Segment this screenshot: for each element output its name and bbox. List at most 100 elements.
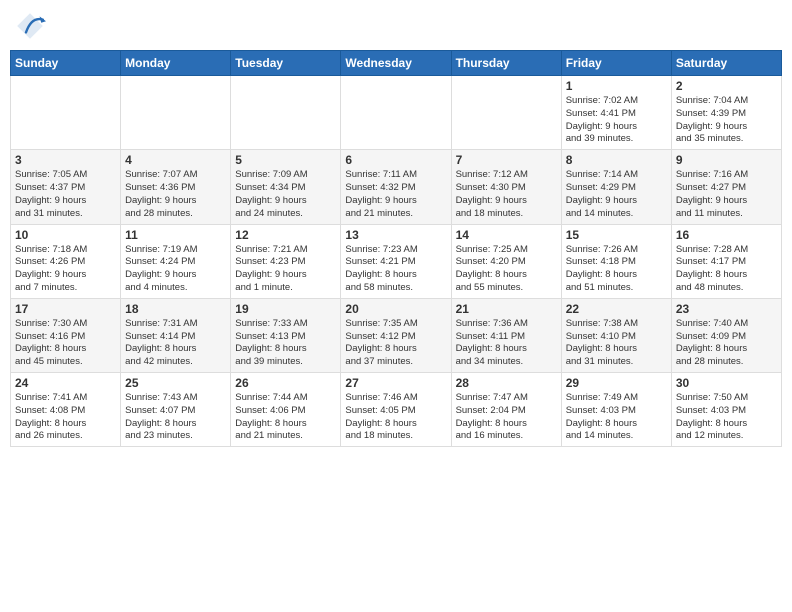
- calendar-cell: 10 Sunrise: 7:18 AMSunset: 4:26 PMDayligh…: [11, 224, 121, 298]
- day-info: Sunrise: 7:05 AMSunset: 4:37 PMDaylight:…: [15, 169, 116, 220]
- day-number: 12: [235, 228, 336, 242]
- day-info: Sunrise: 7:25 AMSunset: 4:20 PMDaylight:…: [456, 244, 557, 295]
- calendar-header-wednesday: Wednesday: [341, 51, 451, 76]
- calendar-cell: 22 Sunrise: 7:38 AMSunset: 4:10 PMDayligh…: [561, 298, 671, 372]
- day-info: Sunrise: 7:31 AMSunset: 4:14 PMDaylight:…: [125, 318, 226, 369]
- calendar-cell: 26 Sunrise: 7:44 AMSunset: 4:06 PMDayligh…: [231, 373, 341, 447]
- day-info: Sunrise: 7:07 AMSunset: 4:36 PMDaylight:…: [125, 169, 226, 220]
- day-info: Sunrise: 7:04 AMSunset: 4:39 PMDaylight:…: [676, 95, 777, 146]
- day-info: Sunrise: 7:46 AMSunset: 4:05 PMDaylight:…: [345, 392, 446, 443]
- day-number: 9: [676, 153, 777, 167]
- day-number: 19: [235, 302, 336, 316]
- day-info: Sunrise: 7:35 AMSunset: 4:12 PMDaylight:…: [345, 318, 446, 369]
- calendar-cell: 25 Sunrise: 7:43 AMSunset: 4:07 PMDayligh…: [121, 373, 231, 447]
- day-number: 8: [566, 153, 667, 167]
- day-info: Sunrise: 7:14 AMSunset: 4:29 PMDaylight:…: [566, 169, 667, 220]
- day-number: 21: [456, 302, 557, 316]
- calendar-cell: 29 Sunrise: 7:49 AMSunset: 4:03 PMDayligh…: [561, 373, 671, 447]
- calendar-cell: 9 Sunrise: 7:16 AMSunset: 4:27 PMDaylight…: [671, 150, 781, 224]
- calendar-cell: 20 Sunrise: 7:35 AMSunset: 4:12 PMDayligh…: [341, 298, 451, 372]
- day-number: 7: [456, 153, 557, 167]
- calendar-cell: 15 Sunrise: 7:26 AMSunset: 4:18 PMDayligh…: [561, 224, 671, 298]
- day-number: 25: [125, 376, 226, 390]
- calendar-cell: 14 Sunrise: 7:25 AMSunset: 4:20 PMDayligh…: [451, 224, 561, 298]
- day-number: 3: [15, 153, 116, 167]
- day-info: Sunrise: 7:41 AMSunset: 4:08 PMDaylight:…: [15, 392, 116, 443]
- day-info: Sunrise: 7:40 AMSunset: 4:09 PMDaylight:…: [676, 318, 777, 369]
- day-info: Sunrise: 7:38 AMSunset: 4:10 PMDaylight:…: [566, 318, 667, 369]
- day-number: 1: [566, 79, 667, 93]
- day-number: 22: [566, 302, 667, 316]
- day-info: Sunrise: 7:23 AMSunset: 4:21 PMDaylight:…: [345, 244, 446, 295]
- day-info: Sunrise: 7:21 AMSunset: 4:23 PMDaylight:…: [235, 244, 336, 295]
- calendar-cell: 27Sunrise: 7:46 AMSunset: 4:05 PMDayligh…: [341, 373, 451, 447]
- day-info: Sunrise: 7:16 AMSunset: 4:27 PMDaylight:…: [676, 169, 777, 220]
- logo-icon: [14, 10, 46, 42]
- day-number: 20: [345, 302, 446, 316]
- day-info: Sunrise: 7:11 AMSunset: 4:32 PMDaylight:…: [345, 169, 446, 220]
- day-info: Sunrise: 7:12 AMSunset: 4:30 PMDaylight:…: [456, 169, 557, 220]
- calendar-cell: 13 Sunrise: 7:23 AMSunset: 4:21 PMDayligh…: [341, 224, 451, 298]
- calendar-header-monday: Monday: [121, 51, 231, 76]
- day-number: 6: [345, 153, 446, 167]
- logo: [14, 10, 50, 42]
- day-number: 16: [676, 228, 777, 242]
- day-info: Sunrise: 7:47 AMSunset: 2:04 PMDaylight:…: [456, 392, 557, 443]
- calendar: SundayMondayTuesdayWednesdayThursdayFrid…: [10, 50, 782, 447]
- calendar-cell: [11, 76, 121, 150]
- day-number: 30: [676, 376, 777, 390]
- day-number: 18: [125, 302, 226, 316]
- day-info: Sunrise: 7:28 AMSunset: 4:17 PMDaylight:…: [676, 244, 777, 295]
- day-info: Sunrise: 7:26 AMSunset: 4:18 PMDaylight:…: [566, 244, 667, 295]
- day-info: Sunrise: 7:18 AMSunset: 4:26 PMDaylight:…: [15, 244, 116, 295]
- day-number: 29: [566, 376, 667, 390]
- calendar-cell: 12 Sunrise: 7:21 AMSunset: 4:23 PMDayligh…: [231, 224, 341, 298]
- day-number: 15: [566, 228, 667, 242]
- day-number: 5: [235, 153, 336, 167]
- day-info: Sunrise: 7:30 AMSunset: 4:16 PMDaylight:…: [15, 318, 116, 369]
- calendar-cell: 1 Sunrise: 7:02 AMSunset: 4:41 PMDaylight…: [561, 76, 671, 150]
- calendar-cell: [341, 76, 451, 150]
- day-info: Sunrise: 7:09 AMSunset: 4:34 PMDaylight:…: [235, 169, 336, 220]
- calendar-cell: 23 Sunrise: 7:40 AMSunset: 4:09 PMDayligh…: [671, 298, 781, 372]
- calendar-header-tuesday: Tuesday: [231, 51, 341, 76]
- calendar-header-thursday: Thursday: [451, 51, 561, 76]
- calendar-cell: 8 Sunrise: 7:14 AMSunset: 4:29 PMDaylight…: [561, 150, 671, 224]
- day-number: 10: [15, 228, 116, 242]
- calendar-cell: 5 Sunrise: 7:09 AMSunset: 4:34 PMDaylight…: [231, 150, 341, 224]
- calendar-cell: 19 Sunrise: 7:33 AMSunset: 4:13 PMDayligh…: [231, 298, 341, 372]
- calendar-cell: 11Sunrise: 7:19 AMSunset: 4:24 PMDayligh…: [121, 224, 231, 298]
- calendar-cell: 6 Sunrise: 7:11 AMSunset: 4:32 PMDaylight…: [341, 150, 451, 224]
- day-number: 17: [15, 302, 116, 316]
- day-info: Sunrise: 7:36 AMSunset: 4:11 PMDaylight:…: [456, 318, 557, 369]
- calendar-cell: 18 Sunrise: 7:31 AMSunset: 4:14 PMDayligh…: [121, 298, 231, 372]
- day-info: Sunrise: 7:50 AMSunset: 4:03 PMDaylight:…: [676, 392, 777, 443]
- day-info: Sunrise: 7:33 AMSunset: 4:13 PMDaylight:…: [235, 318, 336, 369]
- day-number: 14: [456, 228, 557, 242]
- calendar-header-sunday: Sunday: [11, 51, 121, 76]
- page-header: [10, 10, 782, 42]
- calendar-header-friday: Friday: [561, 51, 671, 76]
- calendar-cell: 21 Sunrise: 7:36 AMSunset: 4:11 PMDayligh…: [451, 298, 561, 372]
- day-number: 4: [125, 153, 226, 167]
- calendar-cell: 2Sunrise: 7:04 AMSunset: 4:39 PMDaylight…: [671, 76, 781, 150]
- calendar-cell: [231, 76, 341, 150]
- calendar-header-saturday: Saturday: [671, 51, 781, 76]
- calendar-cell: [121, 76, 231, 150]
- calendar-cell: 4 Sunrise: 7:07 AMSunset: 4:36 PMDaylight…: [121, 150, 231, 224]
- day-number: 11: [125, 228, 226, 242]
- day-number: 24: [15, 376, 116, 390]
- calendar-cell: [451, 76, 561, 150]
- day-number: 23: [676, 302, 777, 316]
- day-info: Sunrise: 7:02 AMSunset: 4:41 PMDaylight:…: [566, 95, 667, 146]
- calendar-cell: 3 Sunrise: 7:05 AMSunset: 4:37 PMDaylight…: [11, 150, 121, 224]
- day-info: Sunrise: 7:44 AMSunset: 4:06 PMDaylight:…: [235, 392, 336, 443]
- calendar-cell: 24 Sunrise: 7:41 AMSunset: 4:08 PMDayligh…: [11, 373, 121, 447]
- day-info: Sunrise: 7:49 AMSunset: 4:03 PMDaylight:…: [566, 392, 667, 443]
- calendar-cell: 16 Sunrise: 7:28 AMSunset: 4:17 PMDayligh…: [671, 224, 781, 298]
- calendar-cell: 17 Sunrise: 7:30 AMSunset: 4:16 PMDayligh…: [11, 298, 121, 372]
- day-number: 26: [235, 376, 336, 390]
- day-info: Sunrise: 7:43 AMSunset: 4:07 PMDaylight:…: [125, 392, 226, 443]
- day-number: 28: [456, 376, 557, 390]
- day-number: 13: [345, 228, 446, 242]
